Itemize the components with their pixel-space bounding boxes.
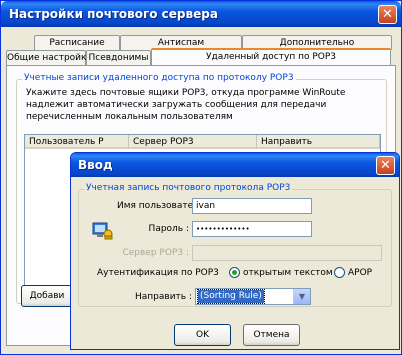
auth-apop-radio[interactable]	[334, 267, 345, 278]
close-icon: ✕	[382, 7, 393, 22]
column-header-user[interactable]: Пользователь P	[25, 135, 129, 149]
add-button[interactable]: Добави	[21, 285, 73, 307]
auth-plaintext-label[interactable]: открытым текстом	[243, 268, 333, 278]
tab-advanced-label: Дополнительно	[279, 38, 355, 48]
auth-apop-label[interactable]: APOP	[348, 268, 372, 278]
ok-button[interactable]: OK	[174, 324, 231, 346]
chevron-down-icon[interactable]: ▼	[293, 289, 310, 304]
dialog-close-button[interactable]: ✕	[376, 156, 395, 175]
pop3-accounts-group-title: Учетные записи удаленного доступа по про…	[22, 73, 296, 83]
tab-schedule-label: Расписание	[49, 38, 105, 48]
auth-label: Аутентификация по POP3	[97, 268, 219, 278]
description-line-3: перечисленным локальным пользователям	[26, 112, 233, 122]
password-input-value: •••••••••••••	[196, 225, 250, 233]
tab-remote-pop3-label: Удаленный доступ по POP3	[205, 52, 336, 62]
add-button-label: Добави	[29, 291, 65, 301]
cancel-button[interactable]: Отмена	[243, 324, 300, 346]
forward-select[interactable]: (Sorting Rule) ▼	[195, 288, 311, 305]
auth-plaintext-radio[interactable]	[229, 267, 240, 278]
server-input[interactable]	[192, 245, 382, 261]
pop3-account-group-title: Учетная запись почтового протокола POP3	[84, 183, 293, 193]
cancel-button-label: Отмена	[253, 330, 290, 340]
username-input[interactable]: ivan	[192, 198, 312, 214]
column-header-user-label: Пользователь P	[29, 137, 104, 147]
column-header-forward-label: Направить	[261, 137, 313, 147]
tab-general[interactable]: Общие настройки	[6, 50, 92, 65]
username-label: Имя пользователя :	[117, 201, 211, 211]
close-icon: ✕	[380, 158, 391, 173]
description-line-1: Укажите здесь почтовые ящики POP3, откуд…	[26, 88, 346, 98]
tab-remote-pop3[interactable]: Удаленный доступ по POP3	[151, 48, 391, 65]
tab-aliases-label: Псевдонимы	[88, 53, 149, 63]
forward-select-value: (Sorting Rule)	[197, 289, 265, 304]
tab-antispam-label: Антиспам	[157, 38, 205, 48]
description-line-2: надлежит автоматически загружать сообщен…	[26, 100, 327, 110]
tab-aliases[interactable]: Псевдонимы	[86, 50, 151, 65]
column-header-forward[interactable]: Направить	[257, 135, 380, 149]
window-titlebar[interactable]: Настройки почтового сервера ✕	[1, 1, 401, 27]
radio-selected-dot	[232, 270, 237, 275]
password-input[interactable]: •••••••••••••	[192, 221, 312, 237]
password-label: Пароль :	[148, 224, 189, 234]
dialog-titlebar[interactable]: Ввод ✕	[71, 153, 399, 177]
tab-general-label: Общие настройки	[7, 53, 93, 63]
input-dialog: Ввод ✕ Учетная запись почтового протокол…	[70, 152, 400, 350]
ok-button-label: OK	[196, 330, 209, 340]
tab-schedule[interactable]: Расписание	[34, 35, 120, 50]
dialog-title: Ввод	[78, 158, 113, 172]
user-key-icon	[92, 219, 114, 241]
column-header-server-label: Сервер POP3	[133, 137, 194, 147]
window-close-button[interactable]: ✕	[378, 5, 397, 24]
column-header-server[interactable]: Сервер POP3	[129, 135, 257, 149]
window-title: Настройки почтового сервера	[9, 7, 218, 21]
username-input-value: ivan	[196, 201, 216, 211]
forward-label: Направить :	[135, 292, 192, 302]
server-label: Сервер POP3 :	[122, 248, 189, 258]
